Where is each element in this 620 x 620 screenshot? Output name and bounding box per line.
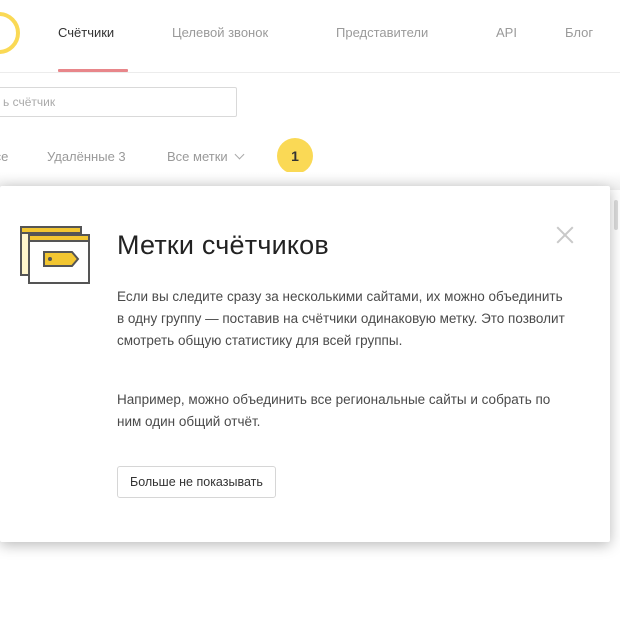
filter-deleted[interactable]: Удалённые 3 xyxy=(47,149,126,164)
tab-representatives[interactable]: Представители xyxy=(336,25,428,40)
top-navigation: Счётчики Целевой звонок Представители AP… xyxy=(0,0,620,73)
close-icon[interactable] xyxy=(554,224,576,246)
tab-blog[interactable]: Блог xyxy=(565,25,593,40)
onboarding-step-badge: 1 xyxy=(277,138,313,174)
tab-api[interactable]: API xyxy=(496,25,517,40)
popup-example: Например, можно объединить все региональ… xyxy=(117,392,551,429)
labels-onboarding-popup: Метки счётчиков Если вы следите сразу за… xyxy=(0,186,610,542)
chevron-down-icon xyxy=(234,149,245,160)
scrollbar[interactable] xyxy=(614,200,618,230)
popup-title: Метки счётчиков xyxy=(117,230,329,260)
popup-description: Если вы следите сразу за несколькими сай… xyxy=(117,289,565,348)
labels-dropdown[interactable]: Все метки xyxy=(167,149,245,164)
counter-search-input[interactable] xyxy=(0,88,242,116)
active-tab-indicator xyxy=(58,69,128,72)
tab-target-call[interactable]: Целевой звонок xyxy=(172,25,268,40)
label-tag-icon xyxy=(20,226,90,284)
filter-all[interactable]: Все xyxy=(0,149,8,164)
counter-search-box[interactable] xyxy=(0,87,242,117)
labels-dropdown-label: Все метки xyxy=(167,149,228,164)
tab-counters[interactable]: Счётчики xyxy=(58,25,114,40)
metrica-logo-icon[interactable] xyxy=(0,12,20,54)
dont-show-again-button[interactable]: Больше не показывать xyxy=(117,466,276,498)
